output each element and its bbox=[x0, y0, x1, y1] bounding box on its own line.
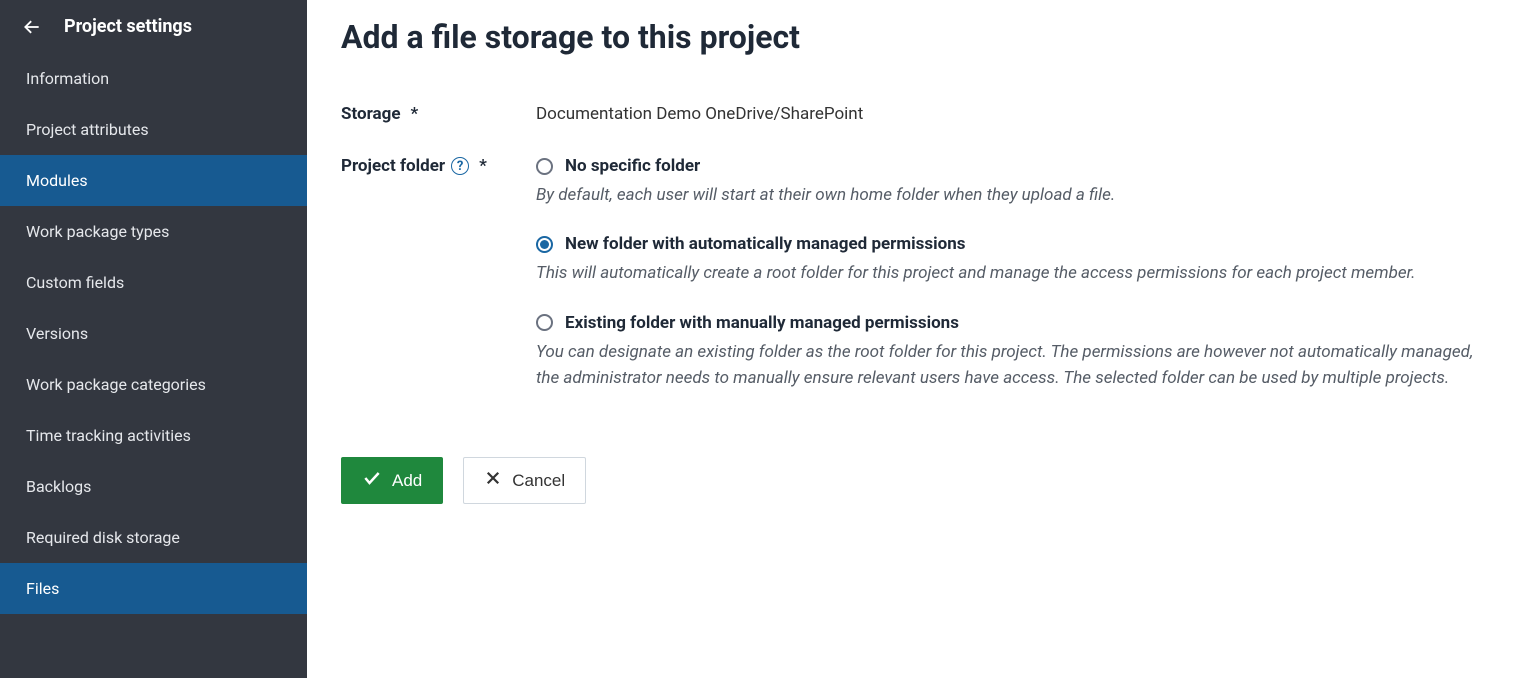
sidebar-item-files[interactable]: Files bbox=[0, 563, 307, 614]
help-icon[interactable]: ? bbox=[451, 157, 469, 175]
radio-desc-new-folder: This will automatically create a root fo… bbox=[536, 260, 1481, 286]
sidebar-item-backlogs[interactable]: Backlogs bbox=[0, 461, 307, 512]
sidebar-item-versions[interactable]: Versions bbox=[0, 308, 307, 359]
radio-no-specific[interactable] bbox=[536, 158, 553, 175]
sidebar-item-information[interactable]: Information bbox=[0, 53, 307, 104]
page-title: Add a file storage to this project bbox=[341, 18, 1481, 56]
radio-row: No specific folder bbox=[536, 156, 1481, 176]
sidebar-item-project-attributes[interactable]: Project attributes bbox=[0, 104, 307, 155]
radio-existing-folder[interactable] bbox=[536, 314, 553, 331]
radio-label-existing-folder[interactable]: Existing folder with manually managed pe… bbox=[565, 313, 959, 333]
sidebar-item-work-package-types[interactable]: Work package types bbox=[0, 206, 307, 257]
sidebar-item-modules[interactable]: Modules bbox=[0, 155, 307, 206]
storage-label-col: Storage * bbox=[341, 104, 536, 124]
storage-value: Documentation Demo OneDrive/SharePoint bbox=[536, 104, 863, 124]
sidebar-item-work-package-categories[interactable]: Work package categories bbox=[0, 359, 307, 410]
radio-row: New folder with automatically managed pe… bbox=[536, 234, 1481, 254]
radio-label-new-folder[interactable]: New folder with automatically managed pe… bbox=[565, 234, 965, 254]
check-icon bbox=[362, 468, 382, 493]
radio-label-no-specific[interactable]: No specific folder bbox=[565, 156, 700, 176]
project-folder-row: Project folder ? * No specific folder By… bbox=[341, 156, 1481, 417]
actions-row: Add Cancel bbox=[341, 457, 1481, 504]
radio-new-folder[interactable] bbox=[536, 236, 553, 253]
sidebar-item-custom-fields[interactable]: Custom fields bbox=[0, 257, 307, 308]
required-marker: * bbox=[411, 104, 419, 124]
cancel-button[interactable]: Cancel bbox=[463, 457, 586, 504]
radio-option-no-specific: No specific folder By default, each user… bbox=[536, 156, 1481, 208]
close-icon bbox=[484, 469, 502, 492]
radio-option-existing-folder: Existing folder with manually managed pe… bbox=[536, 313, 1481, 392]
required-marker: * bbox=[479, 156, 487, 176]
project-folder-label-col: Project folder ? * bbox=[341, 156, 536, 176]
main-content: Add a file storage to this project Stora… bbox=[307, 0, 1515, 678]
sidebar: Project settings Information Project att… bbox=[0, 0, 307, 678]
cancel-button-label: Cancel bbox=[512, 471, 565, 491]
sidebar-item-required-disk-storage[interactable]: Required disk storage bbox=[0, 512, 307, 563]
sidebar-nav: Information Project attributes Modules W… bbox=[0, 53, 307, 614]
sidebar-title: Project settings bbox=[64, 16, 192, 37]
radio-row: Existing folder with manually managed pe… bbox=[536, 313, 1481, 333]
sidebar-item-time-tracking-activities[interactable]: Time tracking activities bbox=[0, 410, 307, 461]
radio-desc-existing-folder: You can designate an existing folder as … bbox=[536, 339, 1481, 392]
add-button[interactable]: Add bbox=[341, 457, 443, 504]
storage-value-col: Documentation Demo OneDrive/SharePoint bbox=[536, 104, 1481, 124]
back-arrow-icon[interactable] bbox=[22, 17, 42, 37]
radio-option-new-folder: New folder with automatically managed pe… bbox=[536, 234, 1481, 286]
radio-desc-no-specific: By default, each user will start at thei… bbox=[536, 182, 1481, 208]
project-folder-label: Project folder bbox=[341, 156, 445, 176]
storage-row: Storage * Documentation Demo OneDrive/Sh… bbox=[341, 104, 1481, 124]
storage-label: Storage bbox=[341, 104, 401, 124]
add-button-label: Add bbox=[392, 471, 422, 491]
project-folder-options: No specific folder By default, each user… bbox=[536, 156, 1481, 417]
sidebar-header: Project settings bbox=[0, 0, 307, 53]
